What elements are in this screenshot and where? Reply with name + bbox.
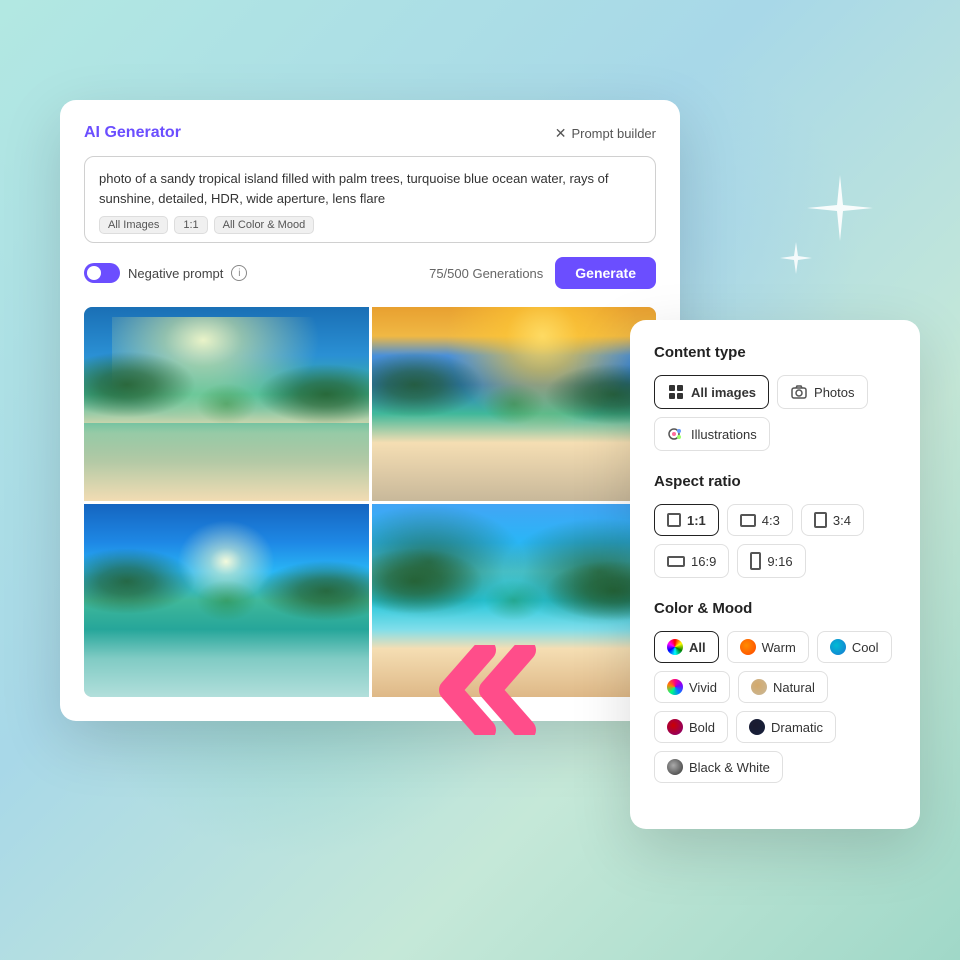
content-type-options: All images Photos xyxy=(654,375,896,451)
ratio-16-9-icon xyxy=(667,556,685,567)
content-all-images-label: All images xyxy=(691,385,756,400)
color-bw-label: Black & White xyxy=(689,760,770,775)
x-icon: ✕ xyxy=(555,125,567,142)
sparkle-small-icon xyxy=(777,240,815,283)
prompt-input-wrapper[interactable]: photo of a sandy tropical island filled … xyxy=(84,156,656,243)
negative-prompt-control: Negative prompt i xyxy=(84,263,247,283)
aspect-ratio-title: Aspect ratio xyxy=(654,473,896,490)
tag-color-mood[interactable]: All Color & Mood xyxy=(214,216,315,234)
prompt-builder-label: Prompt builder xyxy=(571,126,656,141)
color-dramatic-icon xyxy=(749,719,765,735)
aspect-ratio-options: 1:1 4:3 3:4 16:9 9:16 xyxy=(654,504,896,578)
color-natural-label: Natural xyxy=(773,680,815,695)
color-all-label: All xyxy=(689,640,706,655)
color-mood-section: Color & Mood All Warm Cool Vivid Natural xyxy=(654,600,896,783)
card-title: AI Generator xyxy=(84,124,181,142)
tag-all-images[interactable]: All Images xyxy=(99,216,168,234)
content-type-title: Content type xyxy=(654,344,896,361)
brush-icon xyxy=(667,425,685,443)
camera-icon xyxy=(790,383,808,401)
color-dramatic-button[interactable]: Dramatic xyxy=(736,711,836,743)
ratio-3-4-icon xyxy=(814,512,827,528)
color-cool-icon xyxy=(830,639,846,655)
content-type-section: Content type All images xyxy=(654,344,896,451)
palm-overlay-2 xyxy=(372,307,657,501)
ratio-9-16-icon xyxy=(750,552,761,570)
grid-icon xyxy=(667,383,685,401)
aspect-ratio-section: Aspect ratio 1:1 4:3 3:4 16:9 9:16 xyxy=(654,473,896,578)
negative-prompt-toggle[interactable] xyxy=(84,263,120,283)
tag-ratio[interactable]: 1:1 xyxy=(174,216,207,234)
ratio-4-3-label: 4:3 xyxy=(762,513,780,528)
ratio-1-1-button[interactable]: 1:1 xyxy=(654,504,719,536)
color-cool-button[interactable]: Cool xyxy=(817,631,892,663)
card-controls: Negative prompt i 75/500 Generations Gen… xyxy=(84,257,656,289)
content-all-images-button[interactable]: All images xyxy=(654,375,769,409)
color-warm-icon xyxy=(740,639,756,655)
color-dramatic-label: Dramatic xyxy=(771,720,823,735)
content-photos-label: Photos xyxy=(814,385,854,400)
ratio-1-1-label: 1:1 xyxy=(687,513,706,528)
color-vivid-button[interactable]: Vivid xyxy=(654,671,730,703)
color-mood-title: Color & Mood xyxy=(654,600,896,617)
color-natural-button[interactable]: Natural xyxy=(738,671,828,703)
negative-prompt-label: Negative prompt xyxy=(128,266,223,281)
beach-image-1 xyxy=(84,307,369,501)
content-photos-button[interactable]: Photos xyxy=(777,375,867,409)
grid-cell-3[interactable] xyxy=(84,504,369,698)
palm-overlay-1 xyxy=(84,307,369,501)
ratio-4-3-icon xyxy=(740,514,756,527)
generations-counter: 75/500 Generations xyxy=(429,266,543,281)
color-warm-label: Warm xyxy=(762,640,796,655)
prompt-tags: All Images 1:1 All Color & Mood xyxy=(99,216,641,234)
color-bw-button[interactable]: Black & White xyxy=(654,751,783,783)
color-bold-button[interactable]: Bold xyxy=(654,711,728,743)
card-header: AI Generator ✕ Prompt builder xyxy=(84,124,656,142)
color-cool-label: Cool xyxy=(852,640,879,655)
ratio-16-9-label: 16:9 xyxy=(691,554,716,569)
content-illustrations-button[interactable]: Illustrations xyxy=(654,417,770,451)
content-illustrations-label: Illustrations xyxy=(691,427,757,442)
grid-cell-2[interactable] xyxy=(372,307,657,501)
ratio-16-9-button[interactable]: 16:9 xyxy=(654,544,729,578)
color-warm-button[interactable]: Warm xyxy=(727,631,809,663)
beach-image-3 xyxy=(84,504,369,698)
color-vivid-icon xyxy=(667,679,683,695)
color-vivid-label: Vivid xyxy=(689,680,717,695)
prompt-builder-panel: Content type All images xyxy=(630,320,920,829)
ratio-3-4-button[interactable]: 3:4 xyxy=(801,504,864,536)
color-bw-icon xyxy=(667,759,683,775)
prompt-text[interactable]: photo of a sandy tropical island filled … xyxy=(99,169,641,208)
color-bold-label: Bold xyxy=(689,720,715,735)
grid-cell-1[interactable] xyxy=(84,307,369,501)
color-natural-icon xyxy=(751,679,767,695)
ratio-4-3-button[interactable]: 4:3 xyxy=(727,504,793,536)
generate-button[interactable]: Generate xyxy=(555,257,656,289)
ratio-1-1-icon xyxy=(667,513,681,527)
palm-overlay-3 xyxy=(84,504,369,698)
chevron-decoration xyxy=(430,645,550,740)
ratio-9-16-label: 9:16 xyxy=(767,554,792,569)
image-grid xyxy=(84,307,656,697)
color-all-icon xyxy=(667,639,683,655)
ratio-3-4-label: 3:4 xyxy=(833,513,851,528)
ratio-9-16-button[interactable]: 9:16 xyxy=(737,544,805,578)
color-mood-options: All Warm Cool Vivid Natural Bold xyxy=(654,631,896,783)
ai-generator-card: AI Generator ✕ Prompt builder photo of a… xyxy=(60,100,680,721)
prompt-builder-button[interactable]: ✕ Prompt builder xyxy=(555,125,656,142)
color-bold-icon xyxy=(667,719,683,735)
beach-image-2 xyxy=(372,307,657,501)
color-all-button[interactable]: All xyxy=(654,631,719,663)
info-icon[interactable]: i xyxy=(231,265,247,281)
